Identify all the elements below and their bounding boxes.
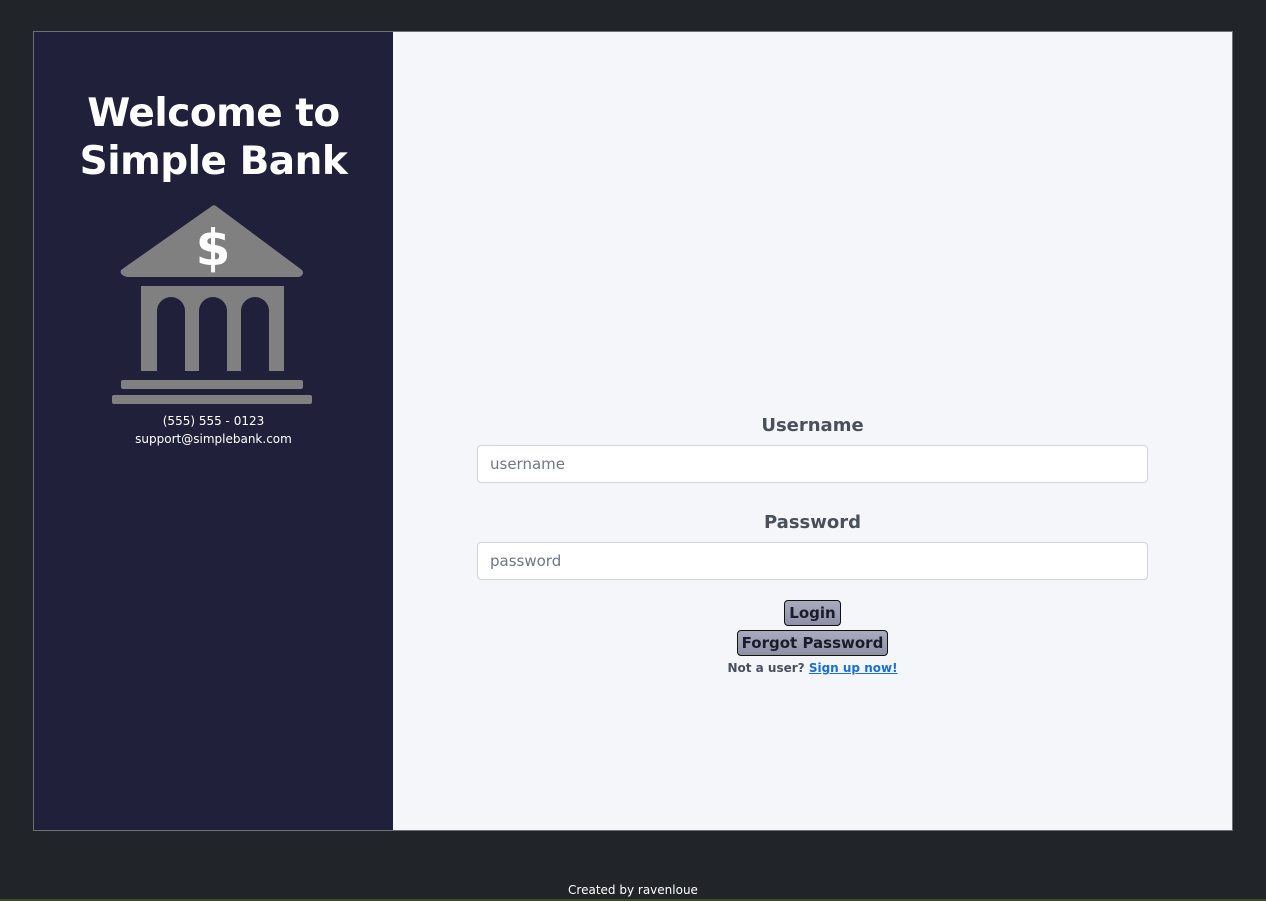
main-frame: Welcome to Simple Bank $ (555) 555 - 012… (33, 31, 1233, 831)
signup-row: Not a user? Sign up now! (727, 661, 897, 675)
password-label: Password (763, 512, 862, 533)
login-form: Username Password Login Forgot Password … (477, 412, 1148, 675)
username-label: Username (761, 415, 864, 436)
svg-text:$: $ (195, 219, 230, 277)
forgot-password-button[interactable]: Forgot Password (736, 630, 889, 656)
bank-dollar-icon: $ (111, 205, 312, 404)
signup-prompt: Not a user? (727, 661, 805, 675)
welcome-panel: Welcome to Simple Bank $ (555) 555 - 012… (34, 32, 393, 830)
footer-credit: Created by ravenloue (568, 883, 698, 897)
login-panel: Username Password Login Forgot Password … (393, 32, 1232, 830)
signup-link[interactable]: Sign up now! (809, 661, 898, 675)
password-input[interactable] (477, 542, 1148, 580)
login-button[interactable]: Login (784, 600, 841, 626)
username-input[interactable] (477, 445, 1148, 483)
contact-phone: (555) 555 - 0123 (162, 414, 265, 428)
welcome-title: Welcome to Simple Bank (79, 91, 348, 184)
contact-email: support@simplebank.com (135, 432, 292, 446)
